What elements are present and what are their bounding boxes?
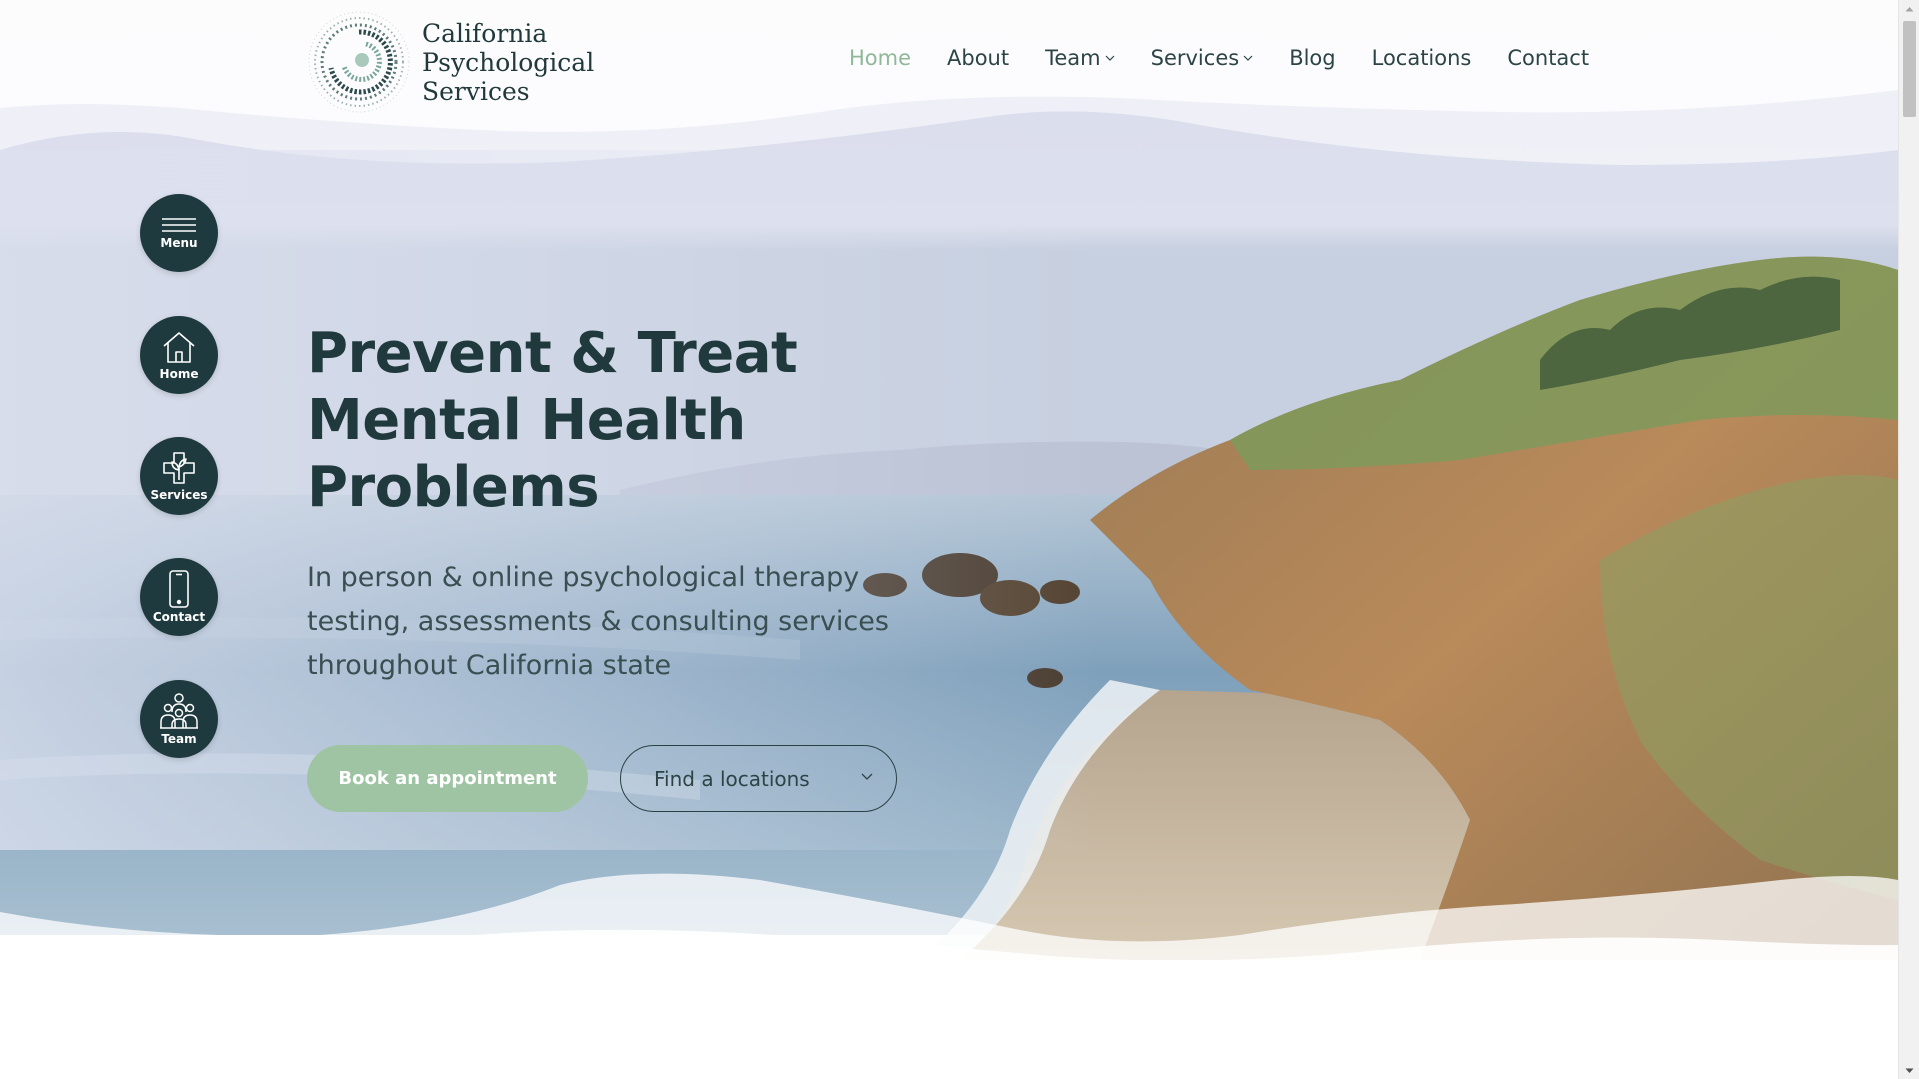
spiral-dots-logo-icon	[308, 11, 410, 113]
hero-subtitle: In person & online psychological therapy…	[307, 562, 889, 681]
medical-cross-plant-icon	[163, 452, 195, 484]
chevron-down-icon	[1243, 55, 1253, 61]
main-nav: Home About Team Services Blog Locations …	[849, 46, 1589, 70]
nav-blog[interactable]: Blog	[1289, 46, 1335, 70]
nav-about[interactable]: About	[947, 46, 1009, 70]
side-contact-button[interactable]: Contact	[140, 558, 218, 636]
side-services-label: Services	[150, 488, 208, 502]
brand-name-line3: Services	[422, 76, 530, 106]
side-team-button[interactable]: Team	[140, 680, 218, 758]
hamburger-icon	[162, 218, 196, 232]
chevron-down-icon	[861, 773, 873, 780]
brand-name-line2: Psychological	[422, 47, 595, 77]
people-group-icon	[160, 693, 198, 729]
side-home-label: Home	[159, 367, 199, 381]
find-locations-dropdown[interactable]: Find a locations	[620, 745, 897, 812]
side-home-button[interactable]: Home	[140, 316, 218, 394]
brand-logo[interactable]: California Psychological Services	[306, 10, 596, 114]
side-services-button[interactable]: Services	[140, 437, 218, 515]
book-appointment-button[interactable]: Book an appointment	[307, 745, 588, 812]
scrollbar-thumb[interactable]	[1903, 21, 1916, 117]
find-locations-label: Find a locations	[654, 766, 810, 791]
side-contact-label: Contact	[152, 610, 206, 624]
nav-contact[interactable]: Contact	[1507, 46, 1589, 70]
side-menu-button[interactable]: Menu	[140, 194, 218, 272]
hero-title-line2: Mental Health	[307, 388, 746, 453]
hero-title: Prevent & Treat Mental Health Problems	[307, 320, 1007, 521]
hero-background-image	[0, 0, 1898, 1079]
hero-title-line3: Problems	[307, 455, 600, 520]
phone-icon	[169, 570, 189, 608]
hero-title-line1: Prevent & Treat	[307, 321, 798, 386]
page: California Psychological Services Home A…	[0, 0, 1898, 1079]
side-menu-label: Menu	[160, 236, 198, 250]
nav-locations[interactable]: Locations	[1372, 46, 1472, 70]
nav-services[interactable]: Services	[1151, 46, 1254, 70]
chevron-down-icon	[1105, 55, 1115, 61]
nav-services-label: Services	[1150, 46, 1240, 70]
page-scrollbar[interactable]	[1898, 0, 1919, 1079]
nav-team[interactable]: Team	[1045, 46, 1115, 70]
scroll-up-arrow-icon[interactable]	[1899, 0, 1919, 17]
nav-home[interactable]: Home	[849, 46, 911, 70]
brand-name: California Psychological Services	[422, 19, 594, 106]
side-team-label: Team	[161, 732, 197, 746]
brand-name-line1: California	[422, 18, 548, 48]
scroll-down-arrow-icon[interactable]	[1899, 1062, 1919, 1079]
nav-team-label: Team	[1045, 46, 1101, 70]
house-icon	[163, 332, 195, 363]
